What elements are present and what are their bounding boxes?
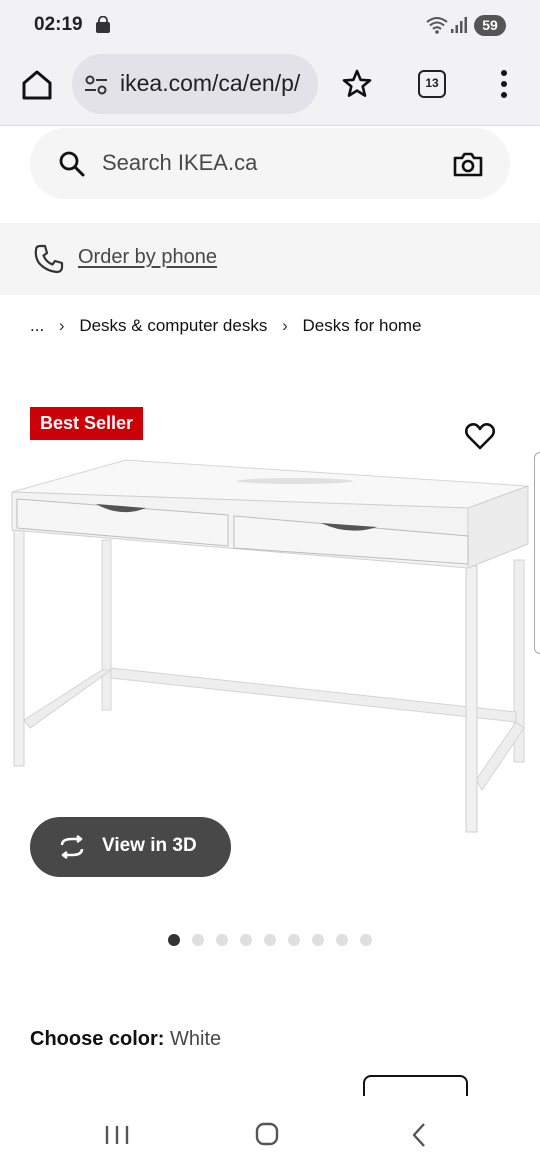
address-bar[interactable]: ikea.com/ca/en/p/ <box>72 54 318 114</box>
pagination-dot[interactable] <box>264 934 276 946</box>
rotate-3d-icon <box>60 835 84 859</box>
order-by-phone-link[interactable]: Order by phone <box>78 246 217 269</box>
choose-color-label: Choose color: <box>30 1028 165 1050</box>
url-text: ikea.com/ca/en/p/ <box>120 70 301 96</box>
image-pagination <box>168 934 372 946</box>
pagination-dot[interactable] <box>168 934 180 946</box>
status-time: 02:19 <box>34 14 83 35</box>
browser-toolbar: ikea.com/ca/en/p/ 13 <box>0 52 540 126</box>
tabs-icon[interactable]: 13 <box>418 70 446 98</box>
phone-icon <box>34 244 64 274</box>
heart-icon[interactable] <box>464 421 496 451</box>
pagination-dot[interactable] <box>336 934 348 946</box>
search-input[interactable]: Search IKEA.ca <box>30 128 510 199</box>
recent-apps-icon[interactable] <box>104 1124 130 1146</box>
home-icon[interactable] <box>18 66 56 104</box>
order-by-phone-banner: Order by phone <box>0 223 540 295</box>
view-in-3d-button[interactable]: View in 3D <box>30 817 231 877</box>
camera-icon[interactable] <box>452 149 484 179</box>
shopping-bag-icon <box>96 16 110 33</box>
status-bar: 02:19 59 <box>0 0 540 52</box>
view-in-3d-label: View in 3D <box>102 835 197 856</box>
pagination-dot[interactable] <box>240 934 252 946</box>
more-vert-icon[interactable] <box>494 68 514 100</box>
breadcrumb-desks-for-home[interactable]: Desks for home <box>302 316 421 336</box>
battery-icon: 59 <box>474 15 506 36</box>
breadcrumb: ... › Desks & computer desks › Desks for… <box>30 316 422 336</box>
signal-icon <box>451 17 467 33</box>
color-value: White <box>170 1028 222 1050</box>
home-button-icon[interactable] <box>255 1122 279 1146</box>
pagination-dot[interactable] <box>216 934 228 946</box>
best-seller-badge: Best Seller <box>30 407 143 440</box>
back-icon[interactable] <box>410 1122 428 1148</box>
site-settings-icon[interactable] <box>84 74 108 96</box>
color-selector-label: Choose color: White <box>30 1028 221 1051</box>
pagination-dot[interactable] <box>288 934 300 946</box>
chevron-right-icon: › <box>282 316 288 335</box>
pagination-dot[interactable] <box>192 934 204 946</box>
search-placeholder: Search IKEA.ca <box>102 150 258 175</box>
edge-panel-handle[interactable] <box>534 452 540 654</box>
wifi-icon <box>426 17 448 34</box>
system-nav-bar <box>0 1096 540 1170</box>
pagination-dot[interactable] <box>360 934 372 946</box>
breadcrumb-ellipsis[interactable]: ... <box>30 316 44 336</box>
search-icon <box>59 151 85 177</box>
breadcrumb-desks-computer-desks[interactable]: Desks & computer desks <box>79 316 267 336</box>
pagination-dot[interactable] <box>312 934 324 946</box>
chevron-right-icon: › <box>58 316 65 335</box>
star-icon[interactable] <box>340 67 374 101</box>
